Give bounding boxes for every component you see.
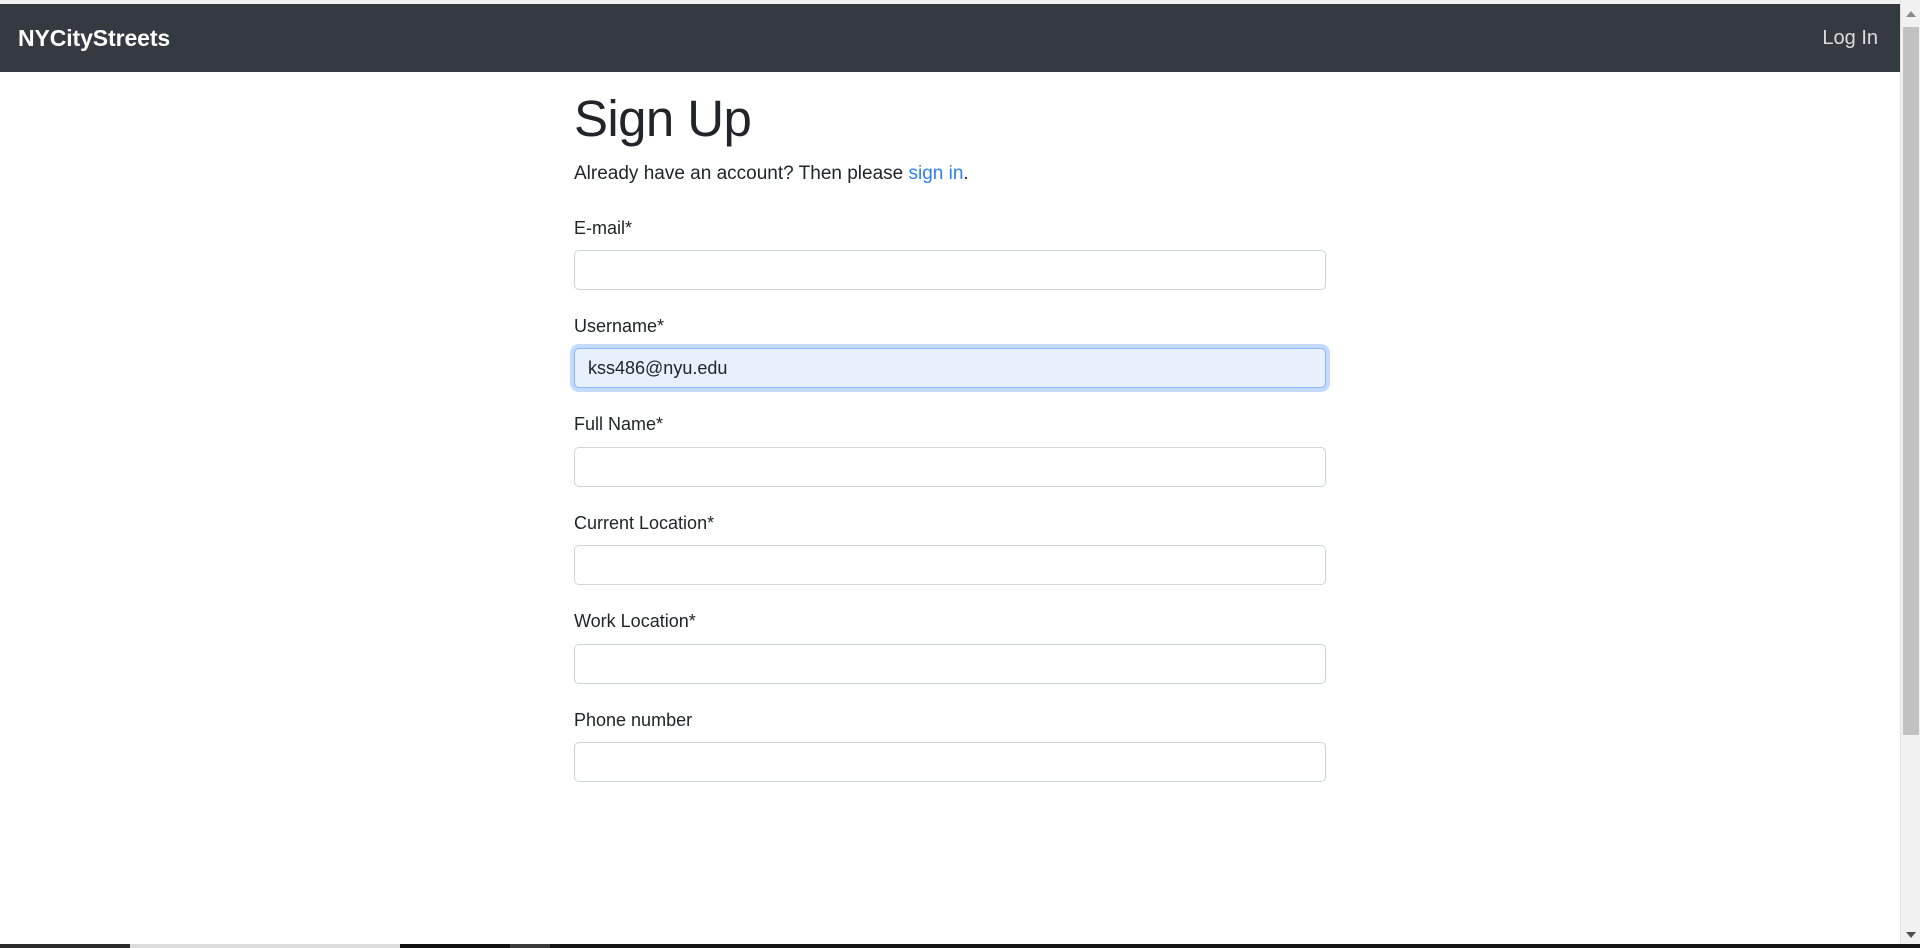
scroll-up-button[interactable] xyxy=(1901,4,1920,23)
field-email: E-mail* xyxy=(574,217,1326,291)
os-bottom-strip xyxy=(0,944,1920,948)
vertical-scrollbar[interactable] xyxy=(1900,0,1920,944)
phone-number-label: Phone number xyxy=(574,709,693,730)
current-location-input[interactable] xyxy=(574,545,1326,586)
navbar-right-group: Log In xyxy=(1822,28,1878,48)
page-content: Sign Up Already have an account? Then pl… xyxy=(0,72,1900,925)
triangle-up-icon xyxy=(1905,10,1916,17)
triangle-down-icon xyxy=(1905,931,1916,938)
work-location-label: Work Location* xyxy=(574,611,696,632)
scrollbar-thumb[interactable] xyxy=(1903,27,1919,735)
page-title: Sign Up xyxy=(574,90,752,147)
field-phone-number: Phone number xyxy=(574,709,1326,783)
current-location-label: Current Location* xyxy=(574,512,715,533)
full-name-input[interactable] xyxy=(574,446,1326,487)
username-input[interactable] xyxy=(574,348,1326,389)
email-label: E-mail* xyxy=(574,217,633,238)
browser-viewport: NYCityStreets Log In Sign Up Already hav… xyxy=(0,0,1920,948)
signup-form: E-mail* Username* Full Name* Current Loc… xyxy=(574,217,1326,783)
field-full-name: Full Name* xyxy=(574,413,1326,487)
top-navbar: NYCityStreets Log In xyxy=(0,4,1900,72)
username-label: Username* xyxy=(574,316,665,337)
work-location-input[interactable] xyxy=(574,643,1326,684)
email-input[interactable] xyxy=(574,250,1326,291)
os-strip-segment xyxy=(550,944,1920,948)
signin-prompt-text: Already have an account? Then please xyxy=(574,163,909,185)
os-strip-segment xyxy=(130,944,400,948)
os-strip-segment xyxy=(400,944,510,948)
login-link[interactable]: Log In xyxy=(1822,28,1878,48)
signin-prompt-suffix: . xyxy=(963,163,969,185)
brand-logo[interactable]: NYCityStreets xyxy=(18,26,170,50)
os-strip-segment xyxy=(0,944,130,948)
field-username: Username* xyxy=(574,315,1326,389)
sign-in-link[interactable]: sign in xyxy=(909,163,964,184)
full-name-label: Full Name* xyxy=(574,414,664,435)
signin-prompt: Already have an account? Then please sig… xyxy=(574,161,1326,188)
os-strip-segment xyxy=(510,944,550,948)
scroll-down-button[interactable] xyxy=(1901,925,1920,944)
field-work-location: Work Location* xyxy=(574,610,1326,684)
phone-number-input[interactable] xyxy=(574,742,1326,783)
field-current-location: Current Location* xyxy=(574,512,1326,586)
signup-container: Sign Up Already have an account? Then pl… xyxy=(574,90,1326,807)
